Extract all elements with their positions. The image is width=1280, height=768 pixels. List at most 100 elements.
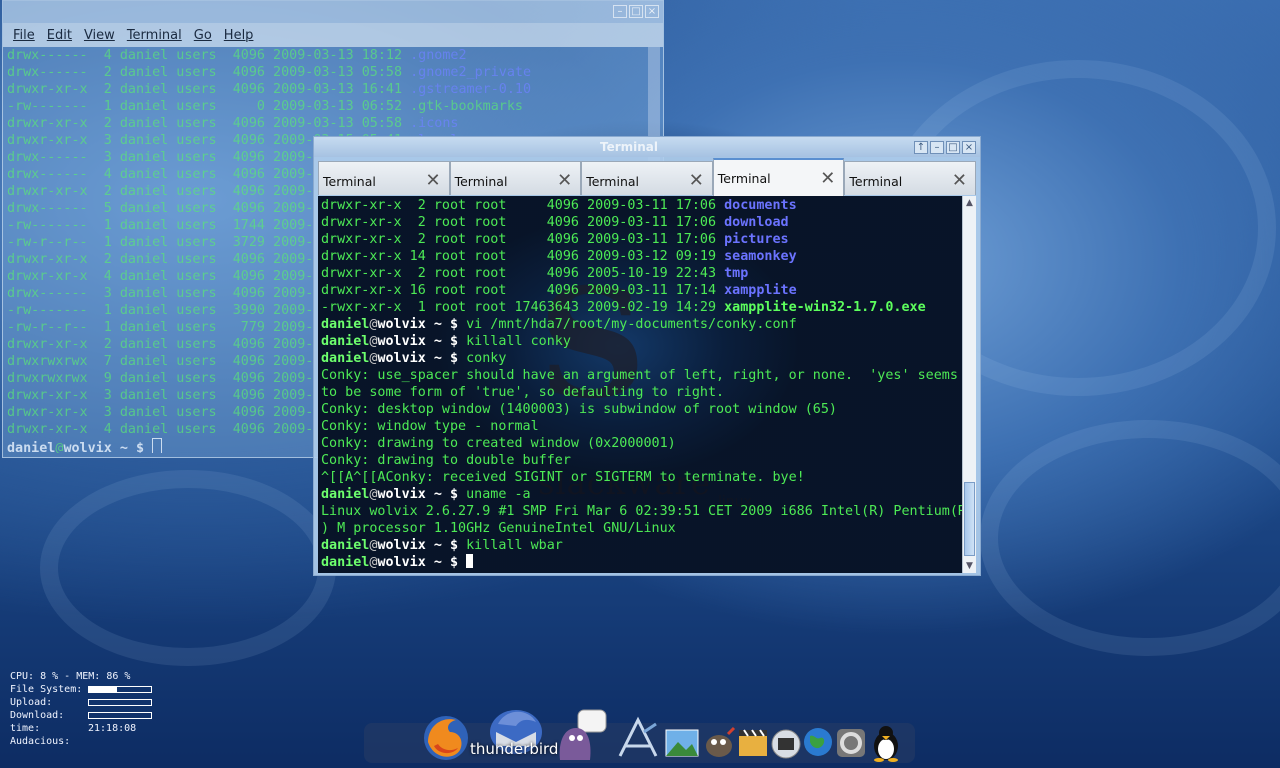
download-bar bbox=[88, 712, 152, 719]
window-title: Terminal bbox=[600, 140, 659, 154]
back-listing-meta: drwxrwxrwx 9 daniel users 4096 2009- bbox=[7, 371, 314, 386]
listing-name: documents bbox=[724, 198, 797, 213]
prompt-user: daniel bbox=[7, 441, 56, 453]
back-listing-meta: drwxr-xr-x 4 daniel users 4096 2009- bbox=[7, 269, 314, 284]
menu-file[interactable]: File bbox=[7, 28, 41, 43]
tab-terminal-3[interactable]: Terminal ✕ bbox=[581, 161, 713, 195]
wallpaper-swirl bbox=[40, 470, 336, 666]
inkscape-icon[interactable] bbox=[616, 716, 660, 760]
close-icon[interactable]: × bbox=[962, 141, 976, 154]
listing-meta: drwxr-xr-x 16 root root 4096 2009-03-11 … bbox=[321, 283, 725, 298]
conky-time: time: 21:18:08 bbox=[10, 722, 170, 735]
back-listing-meta: drwxr-xr-x 3 daniel users 4096 2009- bbox=[7, 405, 314, 420]
minimize-icon[interactable]: – bbox=[613, 5, 627, 18]
output-text: to be some form of 'true', so defaulting… bbox=[321, 385, 725, 400]
listing-row: -rwxr-xr-x 1 root root 17463643 2009-02-… bbox=[321, 299, 961, 316]
text-cursor bbox=[466, 554, 474, 568]
tab-close-icon[interactable]: ✕ bbox=[952, 170, 967, 191]
globe-icon[interactable] bbox=[802, 726, 834, 758]
back-listing-meta: drwxr-xr-x 2 daniel users 4096 2009-03-1… bbox=[7, 82, 411, 97]
front-terminal-titlebar[interactable]: Terminal ↑ – □ × bbox=[314, 137, 980, 157]
prompt-row: daniel@wolvix ~ $ vi /mnt/hda7/root/my-d… bbox=[321, 316, 961, 333]
back-listing-meta: drwxrwxrwx 7 daniel users 4096 2009- bbox=[7, 354, 314, 369]
tab-close-icon[interactable]: ✕ bbox=[820, 168, 835, 189]
tab-terminal-1[interactable]: Terminal ✕ bbox=[318, 161, 450, 195]
tab-terminal-2[interactable]: Terminal ✕ bbox=[449, 161, 582, 195]
terminal-tab-bar: Terminal ✕ Terminal ✕ Terminal ✕ Terminal ✕ Term… bbox=[318, 158, 976, 196]
close-icon[interactable]: × bbox=[645, 5, 659, 18]
scrollbar-thumb[interactable] bbox=[964, 482, 975, 556]
scroll-up-icon[interactable]: ▲ bbox=[963, 196, 976, 210]
pidgin-icon[interactable] bbox=[556, 708, 608, 764]
output-text: Conky: desktop window (1400003) is subwi… bbox=[321, 402, 837, 417]
back-listing-meta: -rw------- 1 daniel users 0 2009-03-13 0… bbox=[7, 99, 523, 114]
prompt-row: daniel@wolvix ~ $ killall conky bbox=[321, 333, 961, 350]
cpu-mem-text: CPU: 8 % - MEM: 86 % bbox=[10, 671, 131, 682]
prompt-row: daniel@wolvix ~ $ uname -a bbox=[321, 486, 961, 503]
settings-icon[interactable] bbox=[834, 726, 868, 760]
tab-terminal-5[interactable]: Terminal ✕ bbox=[844, 161, 976, 195]
tab-label: Terminal bbox=[454, 174, 508, 189]
maximize-icon[interactable]: □ bbox=[629, 5, 643, 18]
listing-meta: drwxr-xr-x 2 root root 4096 2009-03-11 1… bbox=[321, 198, 725, 213]
maximize-icon[interactable]: □ bbox=[946, 141, 960, 154]
video-editor-icon[interactable] bbox=[736, 726, 770, 760]
menu-terminal[interactable]: Terminal bbox=[121, 28, 188, 43]
tab-label: Terminal bbox=[586, 174, 640, 189]
menu-view[interactable]: View bbox=[78, 28, 121, 43]
listing-row: drwxr-xr-x 16 root root 4096 2009-03-11 … bbox=[321, 282, 961, 299]
tab-label: Terminal bbox=[849, 174, 903, 189]
back-listing-meta: drwxr-xr-x 4 daniel users 4096 2009- bbox=[7, 422, 314, 437]
tab-label: Terminal bbox=[323, 174, 376, 189]
listing-meta: drwxr-xr-x 2 root root 4096 2009-03-11 1… bbox=[321, 215, 725, 230]
tux-icon[interactable] bbox=[870, 724, 902, 762]
terminal-scrollbar[interactable]: ▲ ▼ bbox=[962, 196, 976, 573]
filesystem-label: File System: bbox=[10, 684, 83, 695]
image-viewer-icon[interactable] bbox=[664, 726, 700, 760]
tab-terminal-4[interactable]: Terminal ✕ bbox=[712, 158, 845, 196]
back-listing-meta: drwx------ 4 daniel users 4096 2009- bbox=[7, 167, 314, 182]
terminal-output: drwxr-xr-x 2 root root 4096 2009-03-11 1… bbox=[321, 197, 962, 571]
front-terminal-window[interactable]: Terminal ↑ – □ × Terminal ✕ Terminal ✕ Termi… bbox=[313, 136, 981, 576]
output-row: to be some form of 'true', so defaulting… bbox=[321, 384, 961, 401]
output-row: Conky: window type - normal bbox=[321, 418, 961, 435]
tab-close-icon[interactable]: ✕ bbox=[426, 170, 441, 191]
menu-go[interactable]: Go bbox=[188, 28, 218, 43]
back-listing-meta: -rw------- 1 daniel users 1744 2009- bbox=[7, 218, 314, 233]
back-listing-row: drwx------ 4 daniel users 4096 2009-03-1… bbox=[7, 47, 647, 64]
back-listing-meta: drwx------ 3 daniel users 4096 2009- bbox=[7, 286, 314, 301]
prompt-host: wolvix bbox=[377, 538, 426, 553]
minimize-icon[interactable]: – bbox=[930, 141, 944, 154]
output-text: Conky: window type - normal bbox=[321, 419, 539, 434]
back-listing-name: .icons bbox=[410, 116, 459, 131]
back-listing-meta: drwx------ 2 daniel users 4096 2009-03-1… bbox=[7, 65, 411, 80]
prompt-user: daniel bbox=[321, 487, 370, 502]
back-terminal-titlebar[interactable]: – □ × bbox=[3, 1, 663, 23]
prompt-row: daniel@wolvix ~ $ killall wbar bbox=[321, 537, 961, 554]
shade-icon[interactable]: ↑ bbox=[914, 141, 928, 154]
listing-name: tmp bbox=[724, 266, 749, 281]
tab-close-icon[interactable]: ✕ bbox=[557, 170, 572, 191]
back-terminal-menubar: File Edit View Terminal Go Help bbox=[3, 23, 663, 47]
gimp-icon[interactable] bbox=[702, 726, 736, 760]
tab-close-icon[interactable]: ✕ bbox=[689, 170, 704, 191]
command-text: vi /mnt/hda7/root/my-documents/conky.con… bbox=[466, 317, 797, 332]
back-listing-row: drwxr-xr-x 2 daniel users 4096 2009-03-1… bbox=[7, 115, 647, 132]
prompt-host: wolvix bbox=[63, 441, 112, 453]
back-listing-meta: drwx------ 5 daniel users 4096 2009- bbox=[7, 201, 314, 216]
prompt-user: daniel bbox=[321, 555, 370, 570]
cursor-icon bbox=[152, 438, 163, 453]
menu-help[interactable]: Help bbox=[218, 28, 260, 43]
back-listing-row: -rw------- 1 daniel users 0 2009-03-13 0… bbox=[7, 98, 647, 115]
prompt-host: wolvix bbox=[377, 487, 426, 502]
terminal-icon[interactable] bbox=[770, 728, 802, 760]
prompt-symbol: ~ $ bbox=[425, 487, 467, 502]
terminal-screen[interactable]: S slackware linux drwxr-xr-x 2 root root… bbox=[318, 196, 962, 573]
scroll-down-icon[interactable]: ▼ bbox=[963, 559, 976, 573]
command-text: uname -a bbox=[466, 487, 531, 502]
menu-edit[interactable]: Edit bbox=[41, 28, 78, 43]
back-listing-meta: drwx------ 3 daniel users 4096 2009- bbox=[7, 150, 314, 165]
listing-name: xampplite-win32-1.7.0.exe bbox=[724, 300, 926, 315]
firefox-icon[interactable] bbox=[420, 712, 472, 764]
prompt-row: daniel@wolvix ~ $ bbox=[321, 554, 961, 571]
